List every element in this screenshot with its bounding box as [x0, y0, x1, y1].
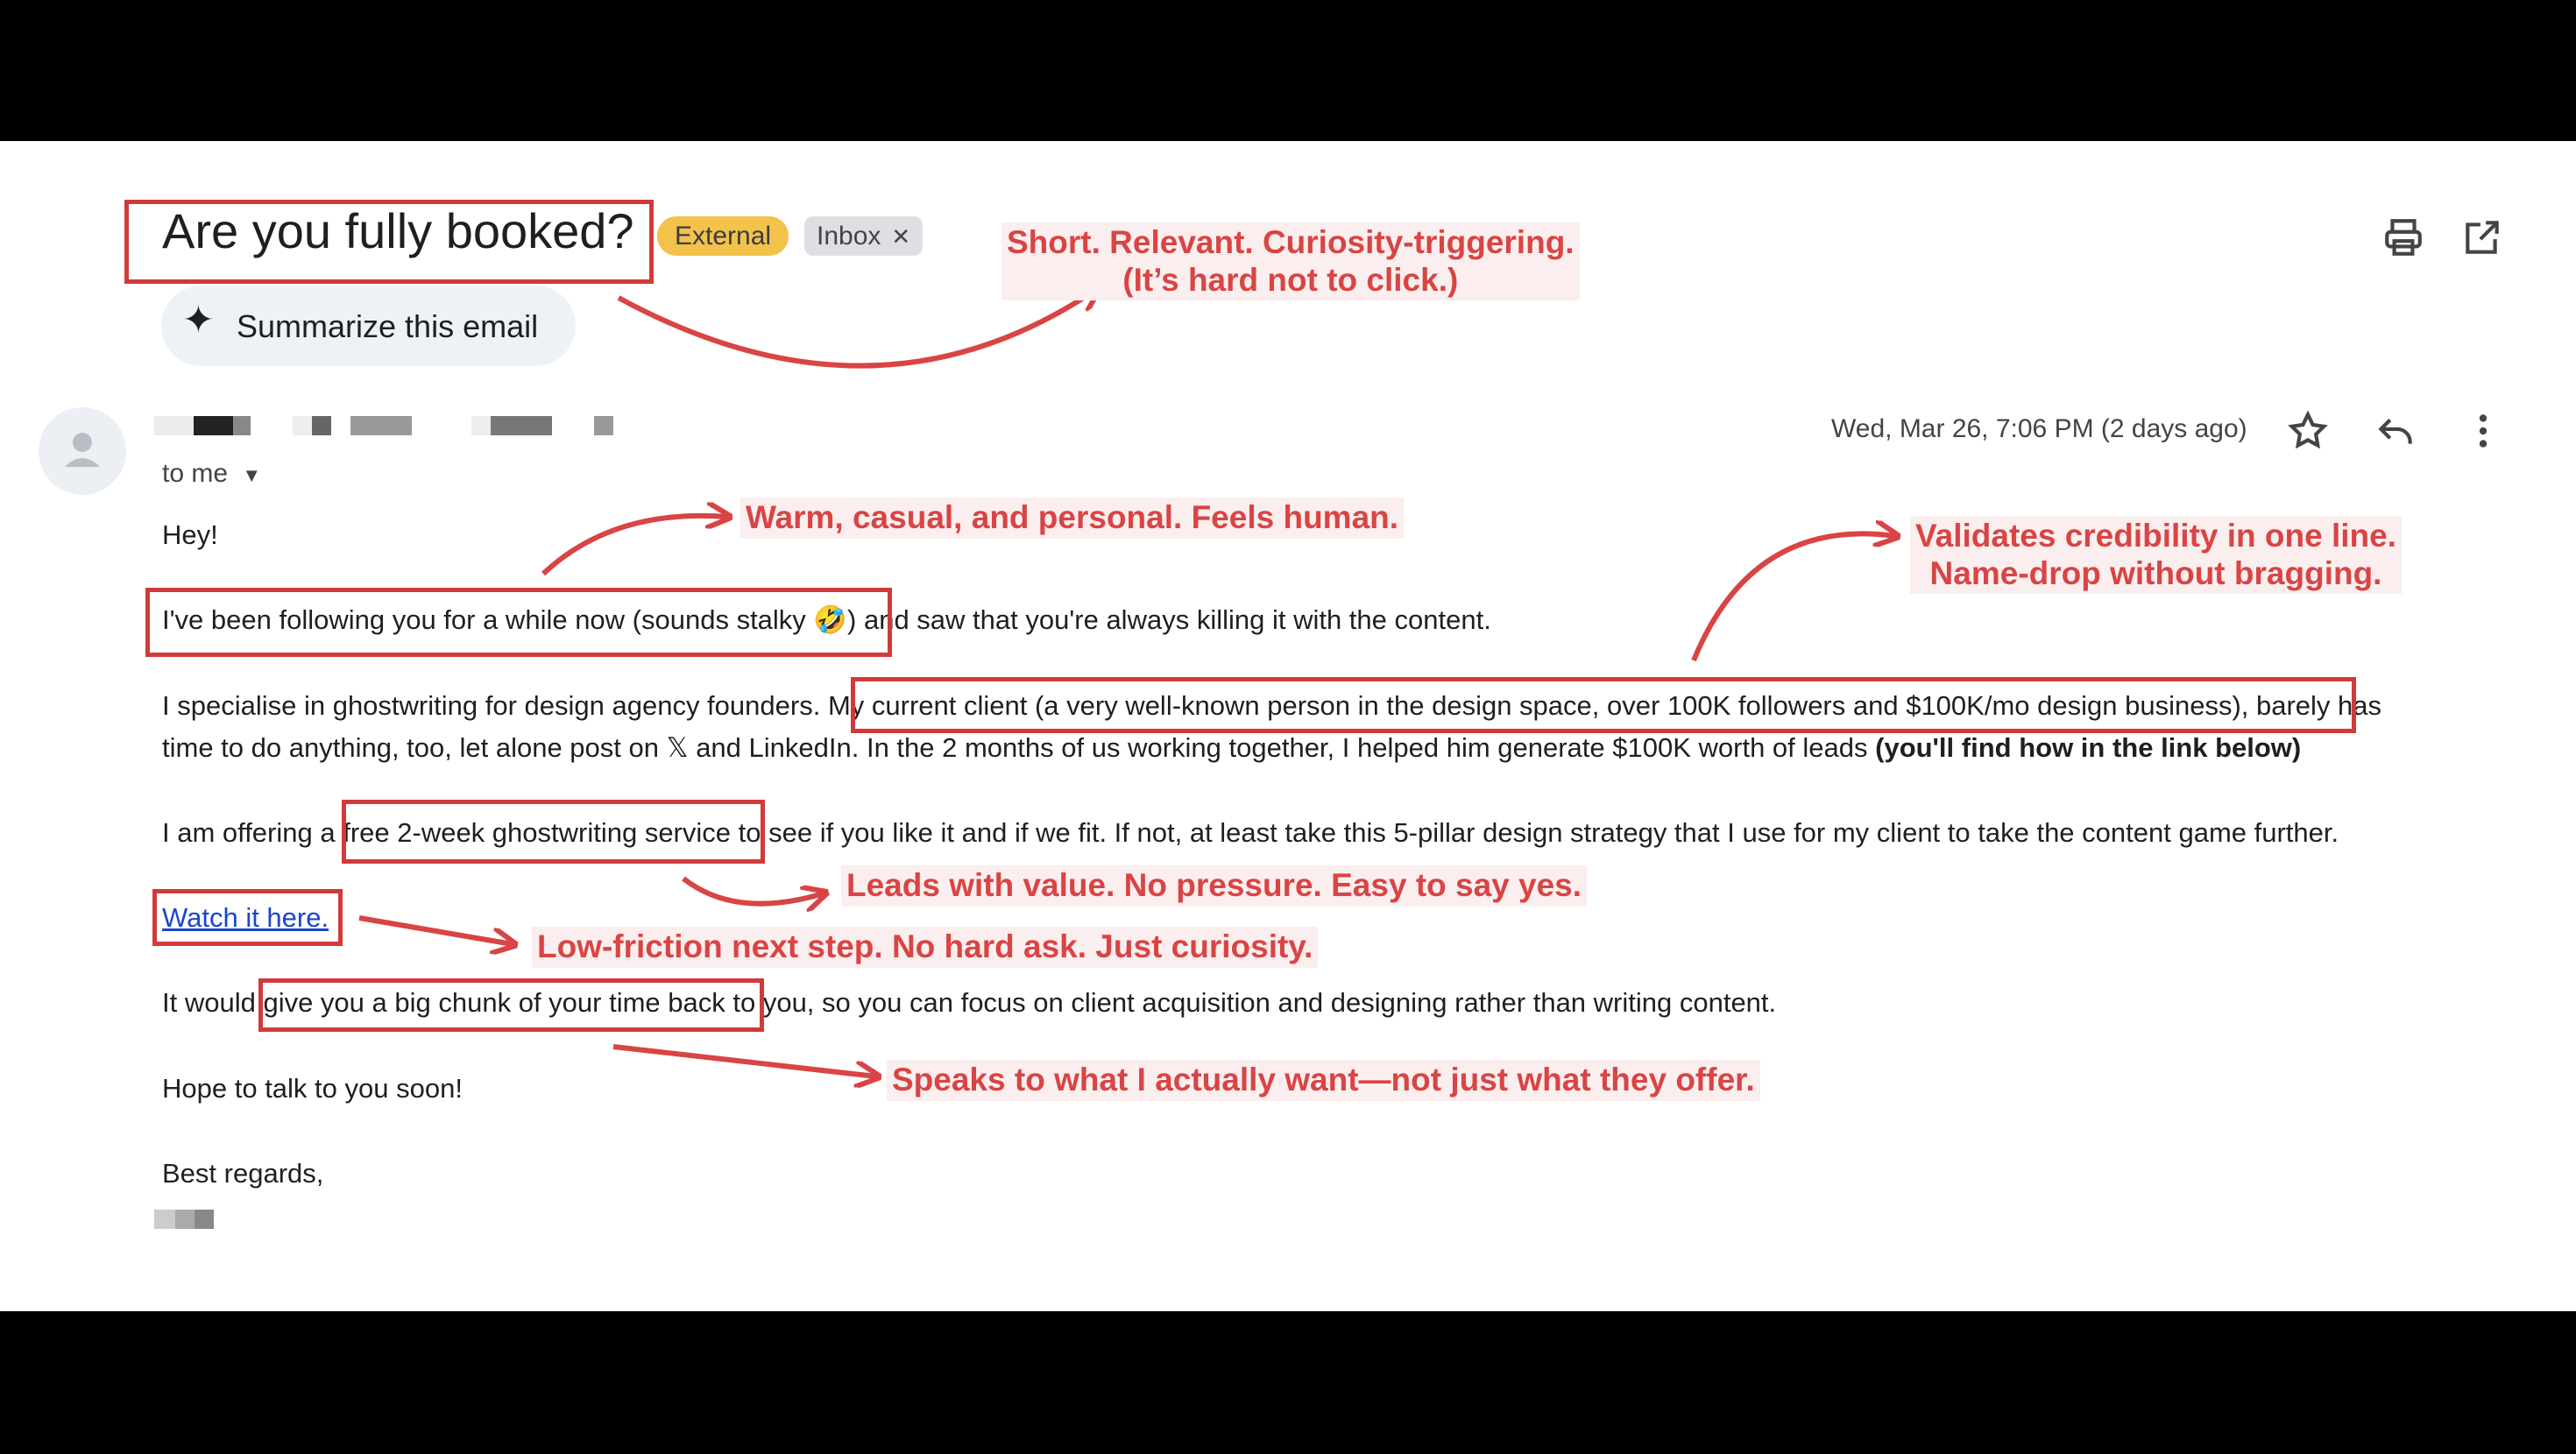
credibility-arrow	[1691, 533, 1895, 662]
annotation-subject: Short. Relevant. Curiosity-triggering. (…	[1001, 222, 1580, 301]
subject-arrow	[617, 289, 1097, 369]
annotation-value: Leads with value. No pressure. Easy to s…	[841, 865, 1588, 907]
annotation-want: Speaks to what I actually want—not just …	[887, 1060, 1760, 1101]
annotation-warm: Warm, casual, and personal. Feels human.	[740, 498, 1405, 539]
annotation-credibility: Validates credibility in one line. Name-…	[1910, 516, 2403, 595]
annotation-subject-line2: (It’s hard not to click.)	[1122, 261, 1459, 298]
warm-arrow	[541, 516, 727, 576]
link-arrow	[358, 915, 513, 944]
annotation-credibility-line1: Validates credibility in one line.	[1915, 518, 2397, 554]
annotation-arrows	[358, 0, 2576, 1454]
annotation-friction: Low-friction next step. No hard ask. Jus…	[532, 927, 1319, 968]
annotation-subject-line1: Short. Relevant. Curiosity-triggering.	[1007, 224, 1575, 260]
time-arrow	[612, 1044, 876, 1076]
value-arrow	[682, 876, 824, 904]
annotation-credibility-line2: Name-drop without bragging.	[1929, 554, 2382, 591]
